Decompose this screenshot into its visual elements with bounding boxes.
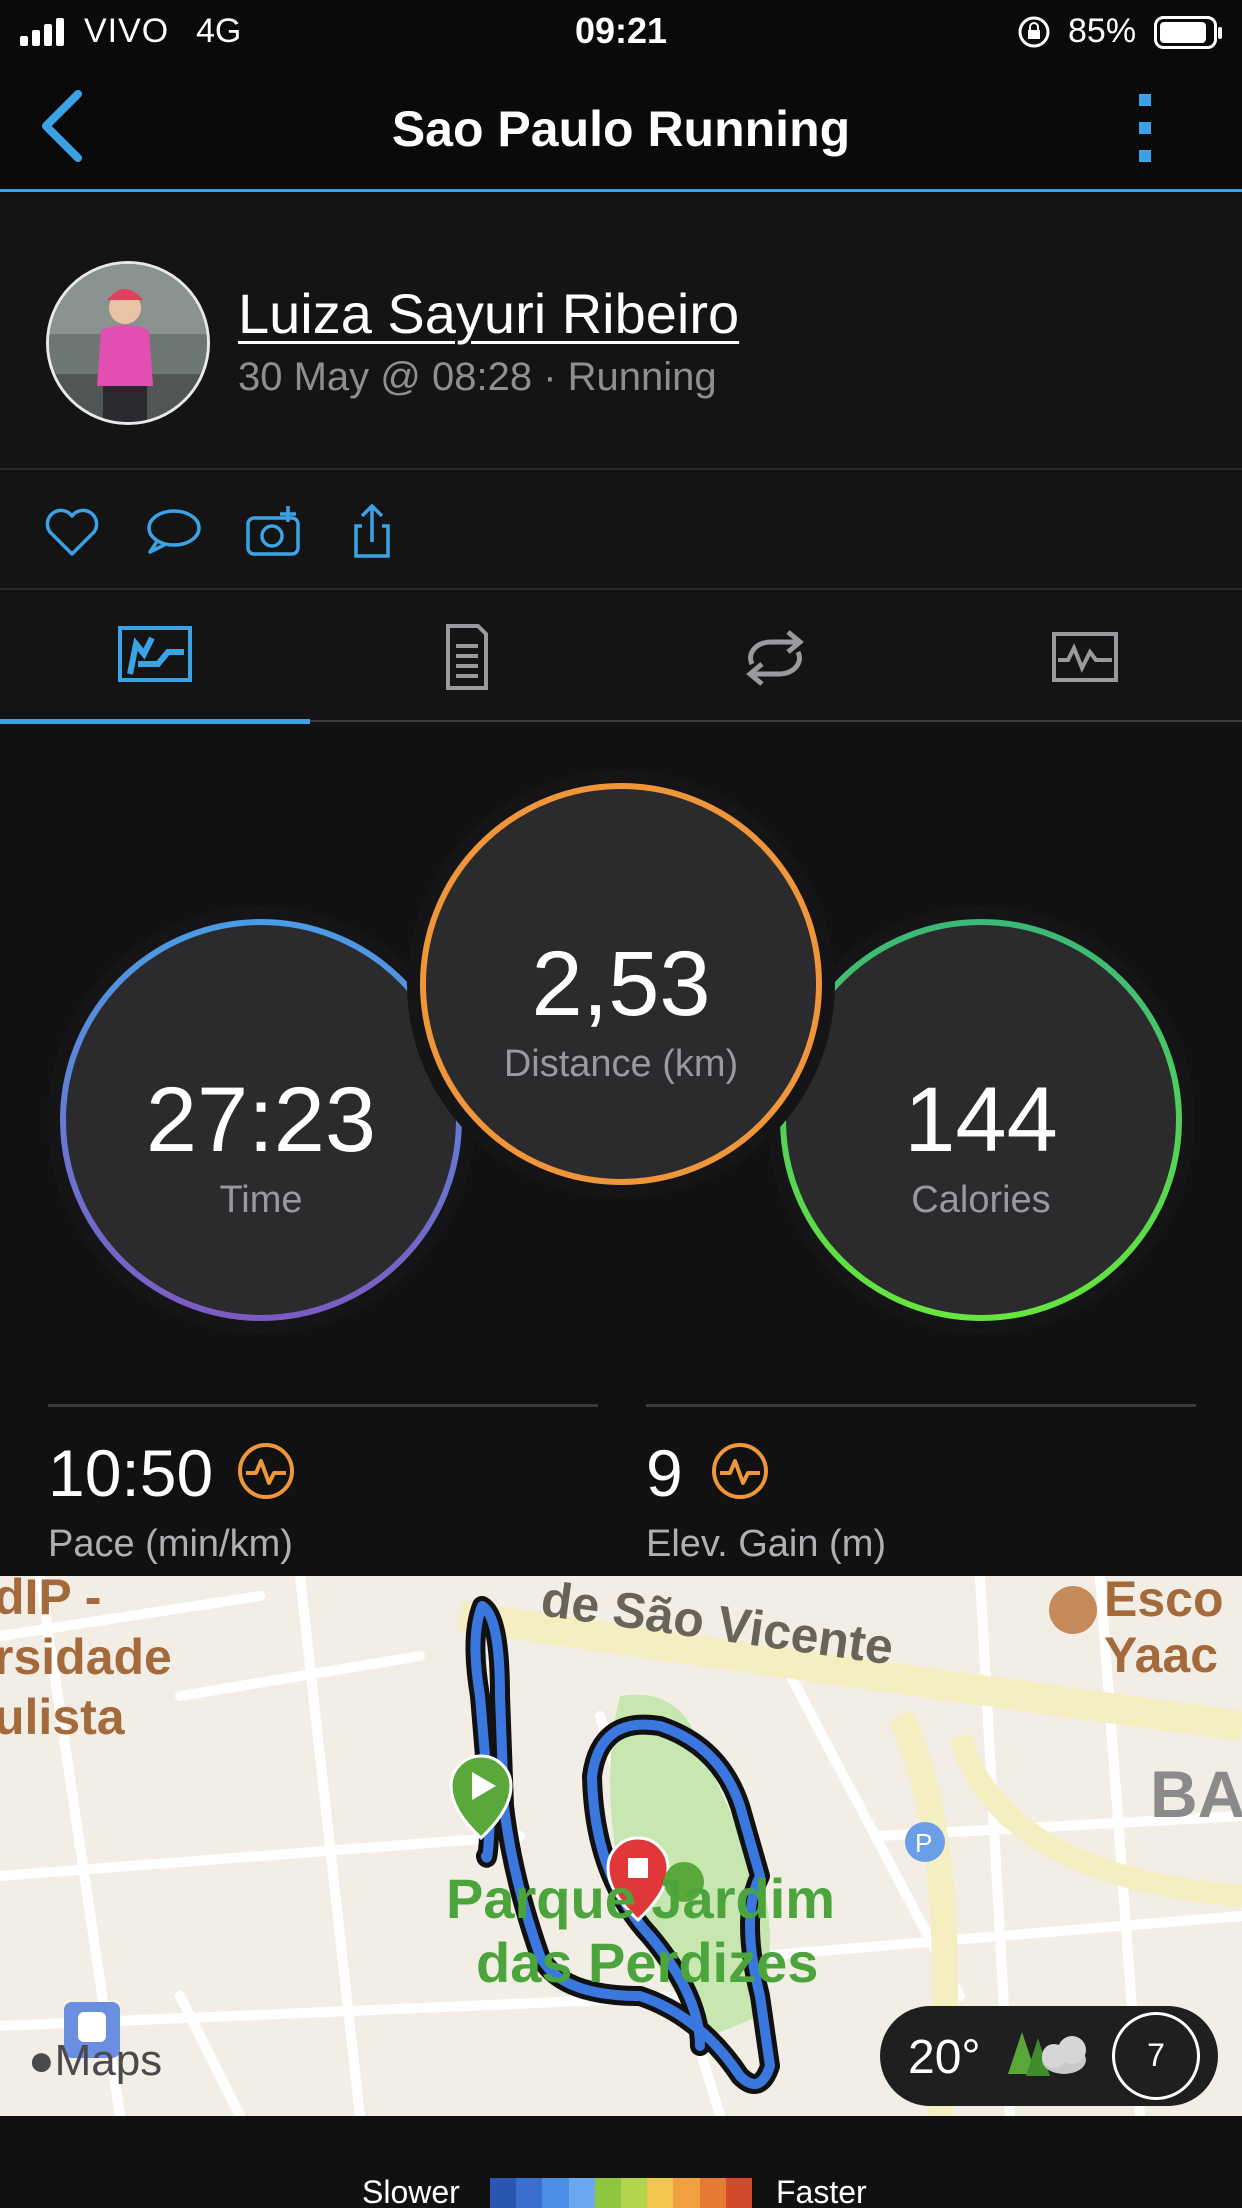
pace-color-swatch	[568, 2178, 595, 2208]
heart-icon[interactable]	[42, 502, 102, 562]
map-label: dIP -	[0, 1576, 102, 1625]
map-label: ulista	[0, 1689, 125, 1745]
pace-color-swatch	[699, 2178, 726, 2208]
comment-icon[interactable]	[142, 502, 202, 562]
map-label: Yaac	[1104, 1627, 1219, 1683]
park-label: Parque Jardim	[446, 1867, 836, 1930]
status-time: 09:21	[574, 10, 668, 51]
page-title: Sao Paulo Running	[391, 101, 851, 157]
pace-color-swatch	[516, 2178, 543, 2208]
runner-photo	[49, 264, 207, 422]
map-stats-icon	[118, 626, 192, 682]
orientation-lock-icon	[1018, 16, 1050, 48]
laps-icon	[746, 630, 804, 686]
avatar[interactable]	[46, 261, 210, 425]
svg-text:P: P	[915, 1828, 932, 1858]
map-label: Esco	[1104, 1576, 1224, 1627]
tab-details[interactable]	[310, 592, 620, 722]
details-icon	[446, 624, 488, 690]
maps-provider-label: Maps	[54, 2036, 163, 2085]
calories-stat: 144 Calories	[781, 1068, 1181, 1222]
activity-owner: Luiza Sayuri Ribeiro 30 May @ 08:28 · Ru…	[0, 195, 1242, 470]
distance-stat: 2,53 Distance (km)	[421, 932, 821, 1086]
tab-charts[interactable]	[930, 592, 1240, 722]
map-label: rsidade	[0, 1629, 172, 1685]
activity-meta: 30 May @ 08:28 · Running	[238, 355, 717, 399]
maps-attribution: ●Maps	[28, 2036, 162, 2086]
pace-metric: 10:50 Pace (min/km)	[48, 1404, 598, 1565]
tab-laps[interactable]	[620, 592, 930, 722]
add-photo-icon[interactable]	[244, 502, 304, 562]
weather-cloud-icon	[1008, 2032, 1086, 2076]
charts-icon	[1052, 632, 1118, 682]
weather-index-value: 7	[1147, 2037, 1165, 2073]
tab-overview[interactable]	[0, 592, 310, 724]
battery-icon	[1154, 16, 1222, 49]
time-label: Time	[219, 1179, 303, 1221]
pace-color-scale	[490, 2178, 753, 2208]
summary-stats: 27:23 Time 2,53 Distance (km) 144 Calori…	[0, 724, 1242, 1576]
pace-color-swatch	[673, 2178, 700, 2208]
pace-color-swatch	[594, 2178, 622, 2208]
distance-value: 2,53	[531, 933, 711, 1035]
action-bar	[0, 472, 1242, 590]
elevation-value: 9	[646, 1436, 683, 1510]
weather-index: 7	[1112, 2012, 1200, 2100]
pace-value: 10:50	[48, 1436, 214, 1510]
pace-color-swatch	[647, 2178, 674, 2208]
pace-label: Pace (min/km)	[48, 1523, 293, 1565]
heart-rate-zone-icon[interactable]	[236, 1441, 296, 1501]
activity-tabs	[0, 592, 1242, 724]
athlete-name[interactable]: Luiza Sayuri Ribeiro	[238, 281, 739, 346]
time-stat: 27:23 Time	[61, 1068, 461, 1222]
elevation-label: Elev. Gain (m)	[646, 1523, 887, 1565]
park-label: das Perdizes	[476, 1931, 819, 1994]
distance-label: Distance (km)	[503, 1043, 739, 1085]
elevation-metric: 9 Elev. Gain (m)	[646, 1404, 1196, 1565]
pace-color-swatch	[542, 2178, 569, 2208]
share-icon[interactable]	[344, 502, 404, 562]
pace-legend: Slower Faster	[0, 2116, 1242, 2208]
route-map[interactable]: P de São Vicente dIP - rsidade ulista Es…	[0, 1576, 1242, 2116]
legend-slower-label: Slower	[362, 2174, 460, 2208]
pace-color-swatch	[621, 2178, 648, 2208]
map-label: BA	[1150, 1757, 1242, 1831]
status-bar: VIVO 4G 09:21 85%	[0, 0, 1242, 64]
weather-badge[interactable]: 20° 7	[880, 2006, 1218, 2106]
time-value: 27:23	[145, 1069, 377, 1171]
apple-logo-icon: ●	[28, 2036, 55, 2085]
pace-color-swatch	[725, 2178, 753, 2208]
more-vertical-icon[interactable]	[1130, 90, 1160, 166]
battery-percent: 85%	[1068, 12, 1137, 50]
legend-faster-label: Faster	[776, 2174, 867, 2208]
heart-rate-zone-icon[interactable]	[710, 1441, 770, 1501]
app-header: Sao Paulo Running	[0, 64, 1242, 192]
calories-label: Calories	[911, 1179, 1051, 1221]
temperature: 20°	[908, 2031, 981, 2084]
pace-color-swatch	[490, 2178, 517, 2208]
calories-value: 144	[904, 1069, 1058, 1171]
